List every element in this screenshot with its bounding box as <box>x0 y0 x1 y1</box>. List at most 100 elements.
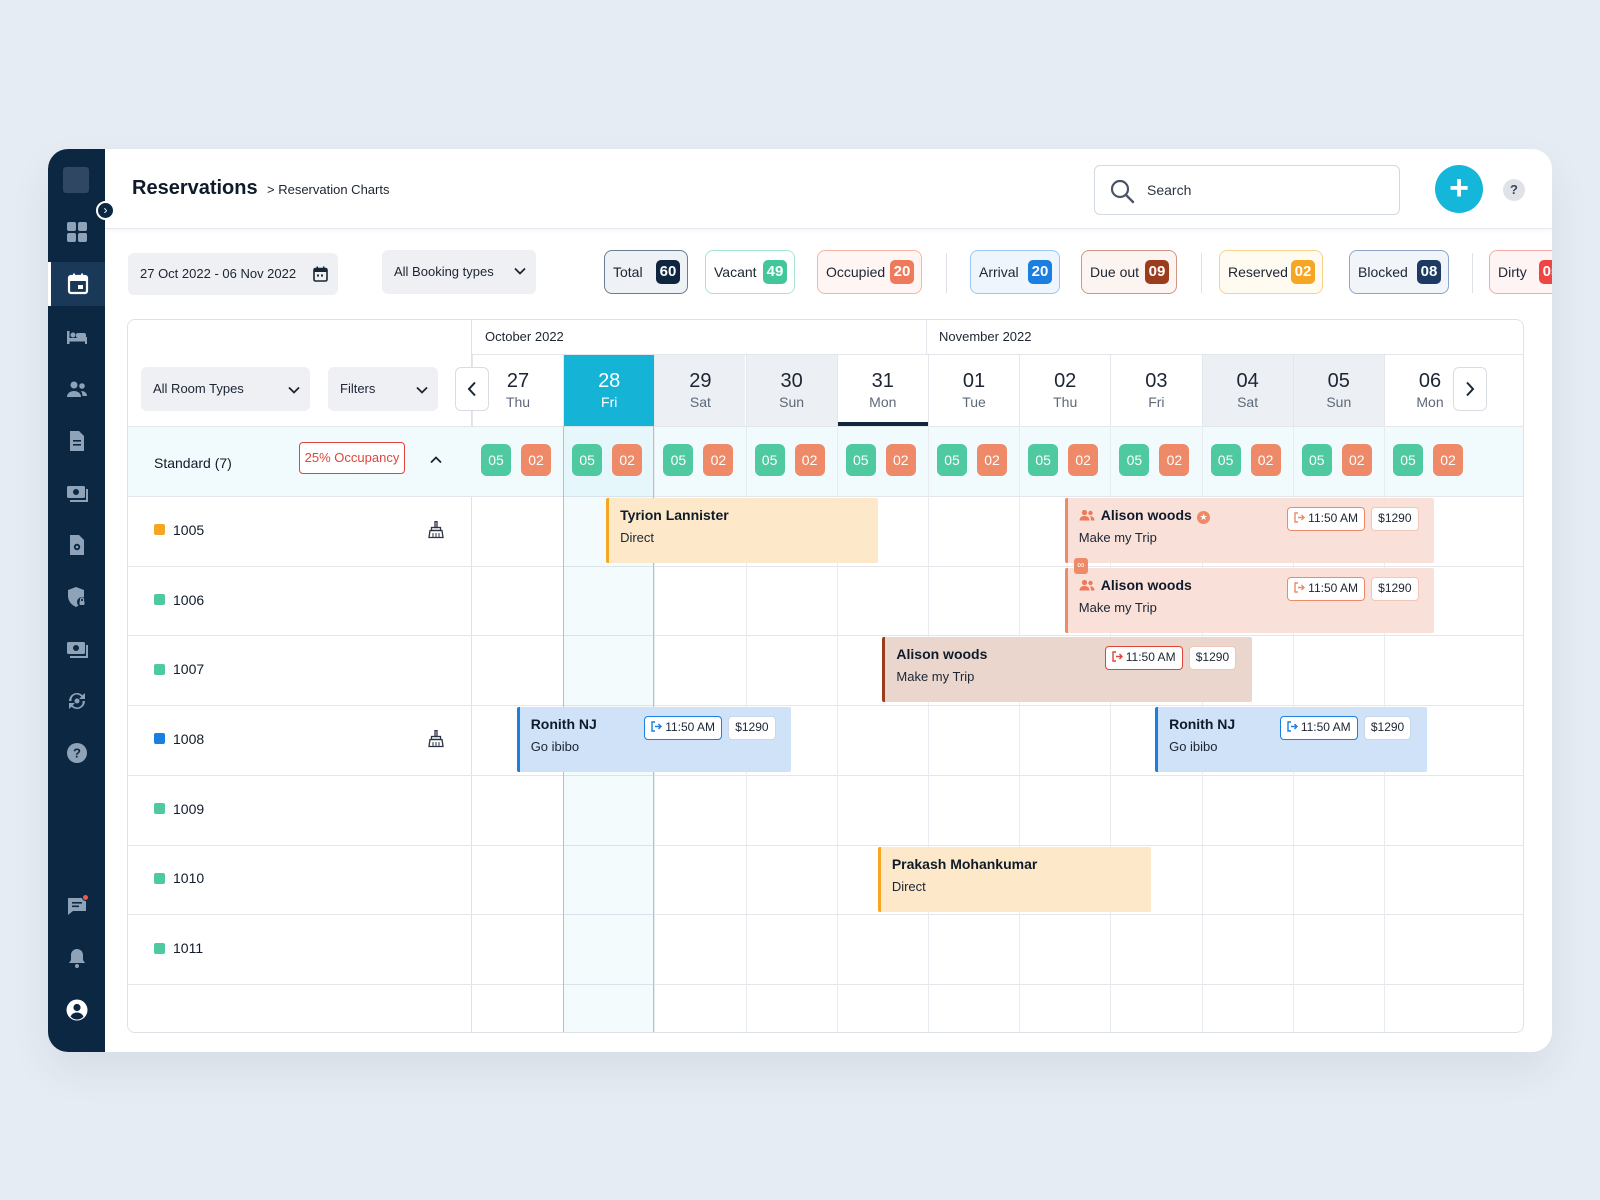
day-header-29[interactable]: 29 Sat <box>654 355 746 426</box>
day-number: 31 <box>871 370 894 392</box>
filters-dropdown[interactable]: Filters <box>328 367 438 411</box>
room-row-1006[interactable]: 1006 <box>154 592 204 608</box>
price-chip: $1290 <box>1371 507 1419 531</box>
booking-source: Direct <box>620 530 655 545</box>
sidebar-item-reports[interactable] <box>48 419 105 463</box>
day-weekday: Sat <box>1237 394 1259 410</box>
day-header-02[interactable]: 02 Thu <box>1019 355 1110 426</box>
check-in-icon <box>1294 581 1306 593</box>
booking-card[interactable]: Ronith NJ Go ibibo 11:50 AM $1290 <box>1155 707 1427 773</box>
stat-reserved[interactable]: Reserved 02 <box>1219 250 1323 294</box>
day-header-03[interactable]: 03 Fri <box>1110 355 1201 426</box>
search-input[interactable]: Search <box>1094 165 1400 215</box>
divider <box>946 253 947 293</box>
linked-booking-icon[interactable]: ∞ <box>1073 557 1088 574</box>
sidebar: › ? <box>48 149 115 1052</box>
bell-icon <box>68 949 85 968</box>
occupied-count-pill: 02 <box>612 444 643 476</box>
stat-vacant[interactable]: Vacant 49 <box>705 250 795 294</box>
sidebar-item-billing[interactable] <box>48 627 105 671</box>
booking-card[interactable]: Alison woods Make my Trip ★ 11:50 AM $1290 <box>1064 498 1435 563</box>
breadcrumb[interactable]: > Reservation Charts <box>267 182 389 197</box>
sidebar-item-sync[interactable] <box>48 679 105 723</box>
room-status-indicator <box>154 942 165 954</box>
day-number: 05 <box>1327 370 1350 392</box>
checkin-time: 11:50 AM <box>1125 650 1176 665</box>
cleaning-broom-icon <box>428 729 444 748</box>
check-in-icon <box>1112 651 1123 663</box>
day-header-31[interactable]: 31 Mon <box>836 355 928 426</box>
booking-card[interactable]: Alison woods Make my Trip 11:50 AM $1290 <box>1064 567 1435 633</box>
occupied-count-pill: 02 <box>794 444 825 476</box>
booking-card[interactable]: Alison woods Make my Trip 11:50 AM $1290 <box>882 637 1252 703</box>
vacant-count-pill: 05 <box>572 444 603 476</box>
stat-due-out[interactable]: Due out 09 <box>1081 250 1177 294</box>
room-number: 1006 <box>173 591 205 608</box>
room-row-1011[interactable]: 1011 <box>154 940 203 956</box>
vacant-count-pill: 05 <box>845 444 876 476</box>
stat-total-label: Total <box>613 264 643 280</box>
dashboard-icon <box>66 222 87 242</box>
sidebar-item-calendar[interactable] <box>48 262 105 306</box>
price-chip: $1290 <box>1188 646 1237 671</box>
day-header-01[interactable]: 01 Tue <box>928 355 1019 426</box>
room-row-1007[interactable]: 1007 <box>154 661 204 677</box>
day-header-04[interactable]: 04 Sat <box>1201 355 1293 426</box>
money-icon <box>66 642 88 658</box>
room-row-1009[interactable]: 1009 <box>154 801 204 817</box>
stat-total[interactable]: Total 60 <box>604 250 688 294</box>
sidebar-item-settings-doc[interactable] <box>48 523 105 567</box>
guest-name-text: Alison woods <box>1100 576 1192 593</box>
next-dates-button[interactable] <box>1453 367 1487 411</box>
page-title: Reservations <box>132 177 258 199</box>
stat-occupied[interactable]: Occupied 20 <box>817 250 922 294</box>
prev-dates-button[interactable] <box>455 367 489 411</box>
sidebar-item-security[interactable] <box>48 575 105 619</box>
chevron-up-icon[interactable] <box>430 456 442 464</box>
day-number: 03 <box>1145 370 1168 392</box>
booking-card[interactable]: Ronith NJ Go ibibo 11:50 AM $1290 <box>516 707 792 773</box>
date-range-picker[interactable]: 27 Oct 2022 - 06 Nov 2022 <box>128 253 338 295</box>
sidebar-toggle-button[interactable]: › <box>96 201 115 220</box>
row-divider <box>128 426 1523 427</box>
room-row-1008[interactable]: 1008 <box>154 731 204 747</box>
month-separator <box>926 320 927 354</box>
booking-type-dropdown[interactable]: All Booking types <box>382 250 536 294</box>
day-header-05[interactable]: 05 Sun <box>1292 355 1384 426</box>
sidebar-item-payments[interactable] <box>48 471 105 515</box>
sidebar-item-rooms[interactable] <box>48 315 105 359</box>
booking-card[interactable]: Prakash Mohankumar Direct <box>877 846 1152 912</box>
sidebar-item-notifications[interactable] <box>48 936 105 980</box>
vacant-count-pill: 05 <box>754 444 785 476</box>
month-label-november: November 2022 <box>939 329 1032 344</box>
day-weekday: Fri <box>1148 394 1165 410</box>
stat-dirty-label: Dirty <box>1498 264 1527 280</box>
row-divider <box>128 983 1523 985</box>
booking-card[interactable]: Tyrion Lannister Direct <box>606 498 878 563</box>
room-row-1010[interactable]: 1010 <box>154 870 204 886</box>
day-header-28[interactable]: 28 Fri <box>563 355 655 426</box>
stat-occupied-count: 20 <box>890 260 914 284</box>
stat-arrival[interactable]: Arrival 20 <box>970 250 1060 294</box>
add-reservation-button[interactable]: + <box>1435 165 1483 213</box>
day-number: 02 <box>1054 370 1077 392</box>
room-row-1005[interactable]: 1005 <box>154 522 204 538</box>
day-header-30[interactable]: 30 Sun <box>745 355 837 426</box>
stat-dirty[interactable]: Dirty 05 <box>1489 250 1552 294</box>
help-button[interactable]: ? <box>1503 179 1525 201</box>
stat-blocked-count: 08 <box>1417 260 1441 284</box>
sidebar-item-guests[interactable] <box>48 367 105 411</box>
sidebar-item-dashboard[interactable] <box>48 210 105 254</box>
calendar-icon <box>313 266 328 282</box>
sidebar-item-profile[interactable] <box>48 988 105 1032</box>
day-number: 01 <box>962 370 986 392</box>
room-type-value: All Room Types <box>153 381 244 396</box>
room-type-dropdown[interactable]: All Room Types <box>141 367 310 411</box>
sidebar-item-messages[interactable] <box>48 884 105 928</box>
chevron-left-icon <box>467 381 476 397</box>
stat-occupied-label: Occupied <box>826 264 886 280</box>
guest-name: Tyrion Lannister <box>620 507 878 523</box>
sidebar-item-help[interactable]: ? <box>48 731 105 775</box>
room-number: 1008 <box>173 730 205 747</box>
stat-blocked[interactable]: Blocked 08 <box>1349 250 1449 294</box>
